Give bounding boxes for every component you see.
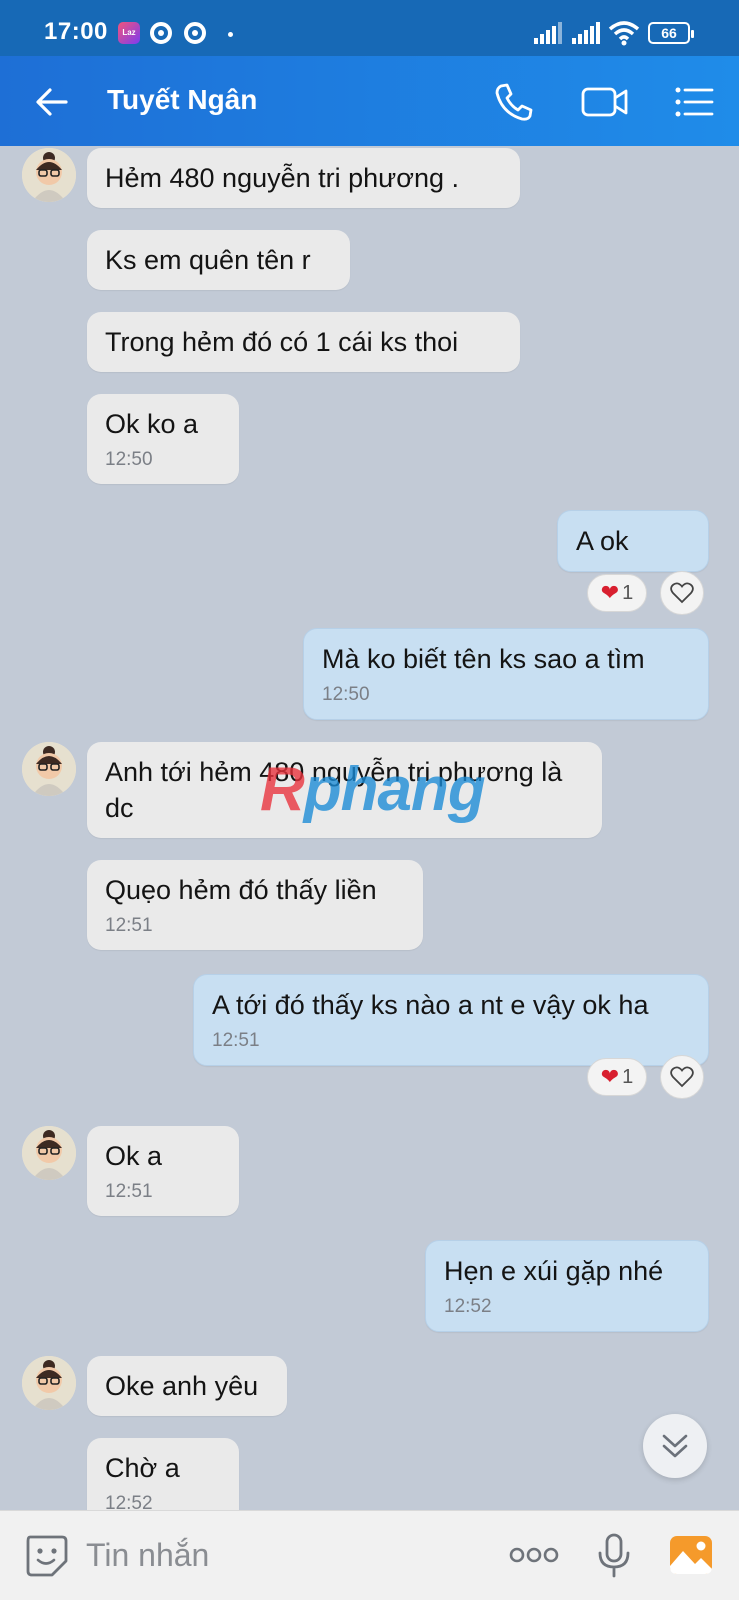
microphone-icon[interactable] (590, 1531, 638, 1579)
avatar-image-icon (22, 148, 76, 202)
message-text: Hẻm 480 nguyễn tri phương . (105, 163, 459, 193)
avatar-image-icon (22, 1356, 76, 1410)
message-text: Chờ a (105, 1453, 180, 1483)
message-bubble-incoming[interactable]: Ks em quên tên r (87, 230, 350, 290)
message-timestamp: 12:51 (212, 1030, 260, 1051)
message-bubble-outgoing[interactable]: A tới đó thấy ks nào a nt e vậy ok ha 12… (193, 974, 709, 1066)
message-bubble-outgoing[interactable]: Hẹn e xúi gặp nhé 12:52 (425, 1240, 709, 1332)
video-call-icon[interactable] (580, 80, 630, 124)
reaction-count: 1 (622, 581, 634, 604)
wifi-icon (608, 21, 640, 46)
heart-outline-icon (670, 582, 694, 604)
message-bubble-incoming[interactable]: Trong hẻm đó có 1 cái ks thoi (87, 312, 520, 372)
watermark-part: R (260, 755, 305, 824)
message-text: Quẹo hẻm đó thấy liền (105, 875, 377, 905)
message-composer: Tin nhắn (0, 1510, 739, 1600)
message-input[interactable]: Tin nhắn (86, 1537, 209, 1574)
message-timestamp: 12:52 (105, 1493, 153, 1510)
message-text: Oke anh yêu (105, 1371, 259, 1401)
avatar-image-icon (22, 742, 76, 796)
message-bubble-incoming[interactable]: Chờ a 12:52 (87, 1438, 239, 1510)
message-text: Mà ko biết tên ks sao a tìm (322, 644, 645, 674)
message-text: A tới đó thấy ks nào a nt e vậy ok ha (212, 990, 649, 1020)
contact-avatar[interactable] (22, 1356, 76, 1410)
message-bubble-outgoing[interactable]: Mà ko biết tên ks sao a tìm 12:50 (303, 628, 709, 720)
message-timestamp: 12:51 (105, 915, 153, 936)
message-timestamp: 12:52 (444, 1296, 492, 1317)
message-text: Ks em quên tên r (105, 245, 311, 275)
message-bubble-incoming[interactable]: Hẻm 480 nguyễn tri phương . (87, 148, 520, 208)
more-notifications-icon (228, 32, 233, 37)
reaction-summary[interactable]: ❤ 1 (587, 574, 647, 612)
image-gallery-icon[interactable] (667, 1531, 715, 1579)
heart-outline-icon (670, 1066, 694, 1088)
heart-icon: ❤ (600, 1064, 620, 1089)
phone-call-icon[interactable] (492, 80, 536, 124)
reaction-count: 1 (622, 1065, 634, 1088)
signal-icon (572, 22, 600, 44)
heart-icon: ❤ (600, 580, 620, 605)
signal-icon (534, 22, 562, 44)
message-text: Hẹn e xúi gặp nhé (444, 1256, 664, 1286)
status-bar: 17:00 Laz 66 (0, 0, 739, 56)
message-bubble-incoming[interactable]: Quẹo hẻm đó thấy liền 12:51 (87, 860, 423, 950)
scroll-to-bottom-button[interactable] (643, 1414, 707, 1478)
avatar-image-icon (22, 1126, 76, 1180)
contact-avatar[interactable] (22, 148, 76, 202)
contact-name[interactable]: Tuyết Ngân (107, 84, 257, 116)
react-button[interactable] (660, 571, 704, 615)
notification-icon (150, 22, 172, 44)
watermark-part: phang (303, 755, 486, 824)
message-text: Ok ko a (105, 409, 199, 439)
status-time: 17:00 (44, 18, 108, 45)
contact-avatar[interactable] (22, 742, 76, 796)
message-timestamp: 12:50 (322, 684, 370, 705)
message-bubble-incoming[interactable]: Ok ko a 12:50 (87, 394, 239, 484)
back-arrow-icon[interactable] (34, 84, 70, 120)
contact-avatar[interactable] (22, 1126, 76, 1180)
message-text: A ok (576, 526, 629, 556)
menu-list-icon[interactable] (672, 80, 716, 124)
watermark-logo: Rphang (260, 754, 486, 825)
chat-header: Tuyết Ngân (0, 56, 739, 146)
message-list[interactable]: Hẻm 480 nguyễn tri phương . Ks em quên t… (0, 146, 739, 1510)
message-bubble-outgoing[interactable]: A ok (557, 510, 709, 572)
sticker-emoji-icon[interactable] (22, 1531, 70, 1579)
more-options-icon[interactable] (508, 1531, 560, 1579)
notification-icon (184, 22, 206, 44)
message-bubble-incoming[interactable]: Ok a 12:51 (87, 1126, 239, 1216)
react-button[interactable] (660, 1055, 704, 1099)
battery-icon: 66 (648, 22, 694, 44)
message-timestamp: 12:50 (105, 449, 153, 470)
lazada-app-icon: Laz (118, 22, 140, 44)
message-text: Ok a (105, 1141, 163, 1171)
reaction-summary[interactable]: ❤ 1 (587, 1058, 647, 1096)
message-timestamp: 12:51 (105, 1181, 153, 1202)
message-text: Trong hẻm đó có 1 cái ks thoi (105, 327, 459, 357)
double-chevron-down-icon (662, 1434, 688, 1458)
message-bubble-incoming[interactable]: Oke anh yêu (87, 1356, 287, 1416)
